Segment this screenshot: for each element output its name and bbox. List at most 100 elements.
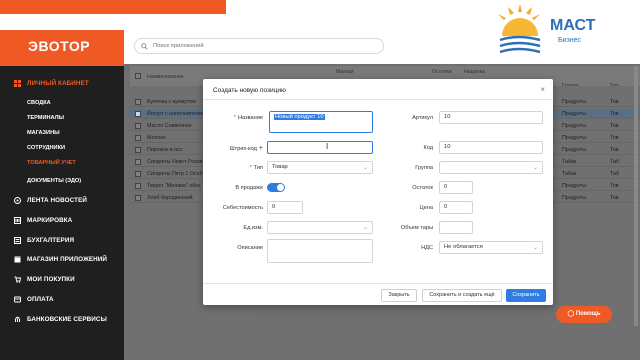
row-group: Продукты	[562, 195, 586, 201]
row-checkbox[interactable]	[135, 135, 141, 141]
name-label: * Название	[233, 115, 263, 121]
top-blank-area	[226, 0, 488, 64]
row-name: Хлеб бородинский	[147, 195, 193, 201]
search-bar[interactable]	[134, 38, 384, 54]
select-all-checkbox[interactable]	[135, 73, 141, 79]
add-barcode-icon[interactable]: +	[259, 145, 263, 152]
page-scrollbar[interactable]	[634, 66, 638, 326]
volume-field[interactable]	[439, 221, 473, 234]
sidebar: Личный кабинет Сводка Терминалы Магазины…	[0, 66, 124, 360]
sale-label: В продаже	[235, 185, 263, 191]
row-name: Молоко	[147, 135, 166, 141]
cost-field[interactable]: 0	[267, 201, 303, 214]
article-field[interactable]: 10	[439, 111, 543, 124]
required-icon: *	[249, 165, 252, 171]
sidebar-item-news[interactable]: Лента новостей	[14, 197, 87, 204]
close-button[interactable]: Закрыть	[381, 289, 417, 302]
col-store[interactable]: Магази	[336, 69, 354, 75]
row-checkbox[interactable]	[135, 195, 141, 201]
sidebar-sub-employees[interactable]: Сотрудники	[27, 145, 65, 151]
sidebar-sub-documents[interactable]: Документы (ЭДО)	[27, 178, 81, 184]
col-markup[interactable]: Наценка	[464, 69, 485, 75]
code-label: Код	[423, 145, 433, 151]
rest-label: Остаток	[412, 185, 433, 191]
search-icon	[141, 43, 148, 50]
sidebar-sub-summary[interactable]: Сводка	[27, 100, 51, 106]
save-and-create-button[interactable]: Сохранить и создать ещё	[422, 289, 502, 302]
row-checkbox[interactable]	[135, 183, 141, 189]
sidebar-item-label: Магазин приложений	[27, 256, 108, 263]
row-checkbox[interactable]	[135, 123, 141, 129]
row-checkbox[interactable]	[135, 171, 141, 177]
card-icon	[14, 296, 21, 303]
help-label: Помощь	[575, 311, 601, 317]
row-checkbox[interactable]	[135, 111, 141, 117]
sidebar-item-label: Банковские сервисы	[27, 316, 107, 323]
row-group: Продукты	[562, 99, 586, 105]
dashboard-icon	[14, 80, 21, 87]
chat-icon: ◯	[567, 311, 575, 317]
sidebar-item-purchases[interactable]: Мои покупки	[14, 276, 75, 283]
svg-text:МАСТ: МАСТ	[550, 17, 596, 34]
row-type: Таб	[610, 171, 619, 177]
calculator-icon	[14, 237, 21, 244]
vat-select-value: Не облагается	[444, 244, 483, 250]
col-name[interactable]: Наименование	[147, 74, 184, 80]
sidebar-item-account[interactable]: Личный кабинет	[14, 80, 89, 87]
sidebar-item-label: Мои покупки	[27, 276, 75, 283]
row-checkbox[interactable]	[135, 147, 141, 153]
sidebar-item-bank[interactable]: Банковские сервисы	[14, 316, 107, 323]
group-label: Группа	[415, 165, 433, 171]
sale-toggle[interactable]	[267, 183, 285, 192]
cart-icon	[14, 276, 22, 283]
sidebar-item-marking[interactable]: Маркировка	[14, 217, 72, 224]
sidebar-item-payment[interactable]: Оплата	[14, 296, 54, 303]
chevron-down-icon: ⌄	[532, 165, 538, 171]
close-icon[interactable]: ×	[540, 85, 545, 94]
unit-select[interactable]: ⌄	[267, 221, 373, 234]
code-field[interactable]: 10	[439, 141, 543, 154]
sidebar-item-app-store[interactable]: Магазин приложений	[14, 256, 107, 263]
description-field[interactable]	[267, 239, 373, 263]
row-name: Масло Сливочное	[147, 123, 192, 129]
price-field[interactable]: 0	[439, 201, 473, 214]
row-checkbox[interactable]	[135, 99, 141, 105]
divider	[203, 283, 553, 284]
type-select[interactable]: Товар ⌄	[267, 161, 373, 174]
text-cursor-icon: I	[326, 142, 329, 151]
row-name: Сигареты Петр 1 Особ	[147, 171, 203, 177]
row-checkbox[interactable]	[135, 159, 141, 165]
col-rest[interactable]: Остатки	[432, 69, 452, 75]
sidebar-item-label: Оплата	[27, 296, 54, 303]
help-button[interactable]: ◯ Помощь	[556, 306, 612, 323]
sidebar-sub-goods[interactable]: Товарный учет	[27, 160, 76, 166]
chevron-down-icon: ⌄	[362, 165, 368, 171]
name-field[interactable]: Новый продукт 10	[269, 111, 373, 133]
volume-label: Объем тары	[400, 225, 433, 231]
group-select[interactable]: ⌄	[439, 161, 543, 174]
row-type: Тов	[610, 195, 619, 201]
save-button[interactable]: Сохранить	[506, 289, 546, 302]
row-type: Тов	[610, 183, 619, 189]
brand-logo[interactable]: ЭВОТОР	[28, 38, 90, 54]
article-label: Артикул	[412, 115, 433, 121]
row-group: Продукты	[562, 123, 586, 129]
sidebar-item-accounting[interactable]: Бухгалтерия	[14, 237, 74, 244]
row-type: Таб	[610, 159, 619, 165]
sidebar-sub-stores[interactable]: Магазины	[27, 130, 60, 136]
sidebar-item-label: Лента новостей	[27, 197, 88, 204]
desc-label: Описание	[237, 245, 263, 251]
dialog-title: Создать новую позицию	[213, 87, 286, 94]
sidebar-sub-terminals[interactable]: Терминалы	[27, 115, 64, 121]
divider	[203, 99, 553, 100]
news-icon	[14, 197, 21, 204]
required-icon: *	[233, 115, 236, 121]
create-item-dialog: Создать новую позицию × * Название Новый …	[203, 79, 553, 305]
search-input[interactable]	[153, 41, 373, 51]
rest-field[interactable]: 0	[439, 181, 473, 194]
barcode-field[interactable]	[267, 141, 373, 154]
vat-select[interactable]: Не облагается ⌄	[439, 241, 543, 254]
svg-text:Бизнес: Бизнес	[558, 37, 581, 44]
type-select-value: Товар	[272, 164, 288, 170]
chevron-down-icon: ⌄	[362, 225, 368, 231]
